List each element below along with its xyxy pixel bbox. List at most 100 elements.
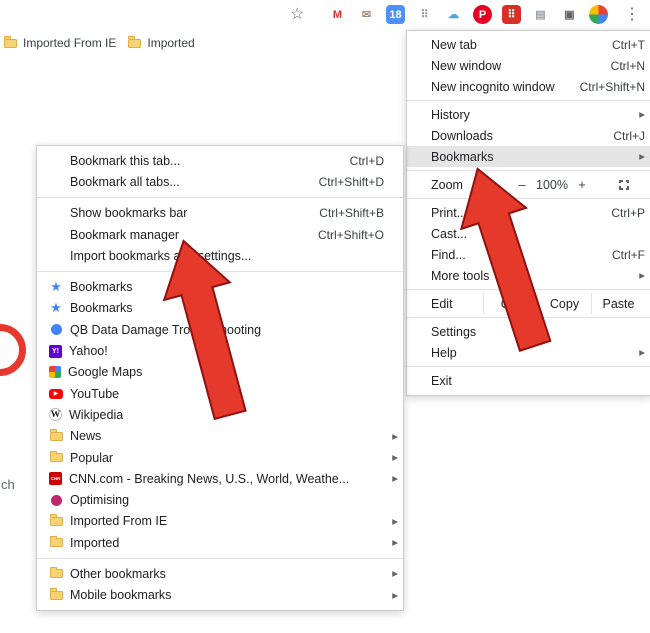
menu-item-paste[interactable]: Paste — [591, 293, 645, 314]
menu-kebab-icon[interactable]: ⋮ — [622, 4, 642, 24]
menu-item-downloads[interactable]: DownloadsCtrl+J — [407, 125, 650, 146]
menu-item-label: Bookmark manager — [70, 228, 179, 242]
grey-app-icon[interactable]: ▤ — [531, 5, 550, 24]
menu-item-label: Zoom — [431, 178, 463, 192]
menu-item-label: QB Data Damage Troubleshooting — [70, 323, 261, 337]
browser-toolbar: ☆ M ✉ 18 ⠿ ☁ P ⠿ ▤ ▣ ⋮ — [0, 0, 650, 30]
menu-item-label: Import bookmarks and settings... — [70, 249, 251, 263]
menu-separator — [407, 170, 650, 171]
menu-item-cnn-com-breaking-news-u-s-world-weathe[interactable]: CNN CNN.com - Breaking News, U.S., World,… — [37, 468, 403, 489]
menu-item-bookmarks[interactable]: Bookmarks▶ — [407, 146, 650, 167]
submenu-arrow-icon: ▶ — [389, 474, 398, 483]
menu-item-bookmark-all-tabs[interactable]: Bookmark all tabs...Ctrl+Shift+D — [37, 171, 403, 192]
page-background-text: ch — [1, 477, 15, 492]
menu-item-label: Imported From IE — [70, 514, 167, 528]
folder-icon — [128, 39, 141, 48]
menu-item-label: News — [70, 429, 101, 443]
menu-item-cast[interactable]: Cast... — [407, 223, 650, 244]
menu-item-new-window[interactable]: New windowCtrl+N — [407, 55, 650, 76]
cnn-icon: CNN — [49, 472, 62, 485]
menu-item-label: Cast... — [431, 227, 467, 241]
menu-item-google-maps[interactable]: Google Maps — [37, 362, 403, 383]
shortcut-label: Ctrl+F — [612, 248, 645, 262]
menu-item-label: Bookmark this tab... — [70, 154, 180, 168]
menu-item-qb-data-damage-troubleshooting[interactable]: QB Data Damage Troubleshooting — [37, 319, 403, 340]
pink-dot-icon — [49, 493, 63, 507]
gmail-icon[interactable]: M — [328, 5, 347, 24]
menu-item-wikipedia[interactable]: W Wikipedia — [37, 404, 403, 425]
cloud-icon[interactable]: ☁ — [444, 5, 463, 24]
red-app-icon[interactable]: ⠿ — [502, 5, 521, 24]
menu-item-import-bookmarks-and-settings[interactable]: Import bookmarks and settings... — [37, 245, 403, 266]
menu-item-help[interactable]: Help▶ — [407, 342, 650, 363]
menu-item-new-incognito-window[interactable]: New incognito windowCtrl+Shift+N — [407, 76, 650, 97]
submenu-arrow-icon: ▶ — [639, 110, 645, 119]
menu-item-label: CNN.com - Breaking News, U.S., World, We… — [69, 472, 349, 486]
maps-icon — [49, 366, 61, 378]
blank-icon — [49, 249, 63, 263]
bookmark-folder-label: Imported — [147, 36, 194, 50]
menu-item-yahoo[interactable]: Y!Yahoo! — [37, 340, 403, 361]
bookmark-star-icon[interactable]: ☆ — [290, 4, 304, 24]
shortcut-label: Ctrl+P — [611, 206, 645, 220]
menu-item-youtube[interactable]: ▶ YouTube — [37, 383, 403, 404]
menu-item-label: Wikipedia — [69, 408, 123, 422]
menu-item-bookmarks[interactable]: ★Bookmarks — [37, 298, 403, 319]
wikipedia-icon: W — [49, 408, 62, 421]
menu-item-bookmarks[interactable]: ★Bookmarks — [37, 276, 403, 297]
pinterest-icon[interactable]: P — [473, 5, 492, 24]
menu-item-other-bookmarks[interactable]: Other bookmarks▶ — [37, 563, 403, 584]
menu-item-mobile-bookmarks[interactable]: Mobile bookmarks▶ — [37, 585, 403, 606]
calendar-18-icon[interactable]: 18 — [386, 5, 405, 24]
menu-item-cut[interactable]: Cut — [483, 293, 537, 314]
bookmarks-bar-item-imported-from-ie[interactable]: Imported From IE — [2, 36, 126, 50]
blank-icon — [49, 175, 63, 189]
folder-glyph — [50, 569, 63, 578]
menu-item-optimising[interactable]: Optimising — [37, 489, 403, 510]
menu-item-copy[interactable]: Copy — [537, 293, 591, 314]
menu-separator — [407, 317, 650, 318]
menu-item-label: New window — [431, 59, 501, 73]
shortcut-label: Ctrl+Shift+N — [580, 80, 645, 94]
menu-item-label: Yahoo! — [69, 344, 108, 358]
menu-separator — [37, 271, 403, 272]
menu-item-exit[interactable]: Exit — [407, 370, 650, 391]
menu-item-label: YouTube — [70, 387, 119, 401]
menu-item-settings[interactable]: Settings — [407, 321, 650, 342]
menu-separator — [37, 197, 403, 198]
menu-item-label: Imported — [70, 536, 119, 550]
bookmarks-bar-item-imported[interactable]: Imported — [126, 36, 204, 50]
avatar-icon[interactable] — [589, 5, 608, 24]
youtube-icon: ▶ — [49, 389, 63, 399]
zoom-in-button[interactable]: + — [571, 177, 593, 192]
menu-item-find[interactable]: Find... Ctrl+F — [407, 244, 650, 265]
menu-item-zoom[interactable]: Zoom–100%+ — [407, 174, 650, 195]
bookmarks-submenu: Bookmark this tab...Ctrl+DBookmark all t… — [36, 145, 404, 611]
submenu-arrow-icon: ▶ — [389, 432, 398, 441]
stamp-icon[interactable]: ✉ — [357, 5, 376, 24]
menu-item-print[interactable]: Print...Ctrl+P — [407, 202, 650, 223]
chrome-main-menu: New tabCtrl+TNew windowCtrl+NNew incogni… — [406, 30, 650, 396]
submenu-arrow-icon: ▶ — [639, 271, 645, 280]
menu-item-label: Find... — [431, 248, 466, 262]
menu-item-label: Edit — [431, 297, 453, 311]
shortcut-label: Ctrl+Shift+D — [319, 175, 384, 189]
menu-item-history[interactable]: History▶ — [407, 104, 650, 125]
menu-item-imported-from-ie[interactable]: Imported From IE▶ — [37, 511, 403, 532]
menu-item-label: New tab — [431, 38, 477, 52]
extensions-puzzle-icon[interactable]: ▣ — [560, 5, 579, 24]
menu-item-new-tab[interactable]: New tabCtrl+T — [407, 34, 650, 55]
menu-item-popular[interactable]: Popular▶ — [37, 447, 403, 468]
menu-item-imported[interactable]: Imported▶ — [37, 532, 403, 553]
menu-item-bookmark-manager[interactable]: Bookmark managerCtrl+Shift+O — [37, 224, 403, 245]
menu-item-bookmark-this-tab[interactable]: Bookmark this tab...Ctrl+D — [37, 150, 403, 171]
fullscreen-icon[interactable] — [619, 180, 629, 190]
zoom-out-button[interactable]: – — [511, 177, 533, 192]
toolbar-extension-icons: M ✉ 18 ⠿ ☁ P ⠿ ▤ ▣ — [328, 5, 608, 24]
menu-item-edit[interactable]: Edit CutCopyPaste — [407, 293, 650, 314]
menu-item-more-tools[interactable]: More tools▶ — [407, 265, 650, 286]
dots-grid-icon[interactable]: ⠿ — [415, 5, 434, 24]
menu-item-label: Mobile bookmarks — [70, 588, 171, 602]
menu-item-news[interactable]: News ▶ — [37, 426, 403, 447]
menu-item-show-bookmarks-bar[interactable]: Show bookmarks barCtrl+Shift+B — [37, 203, 403, 224]
